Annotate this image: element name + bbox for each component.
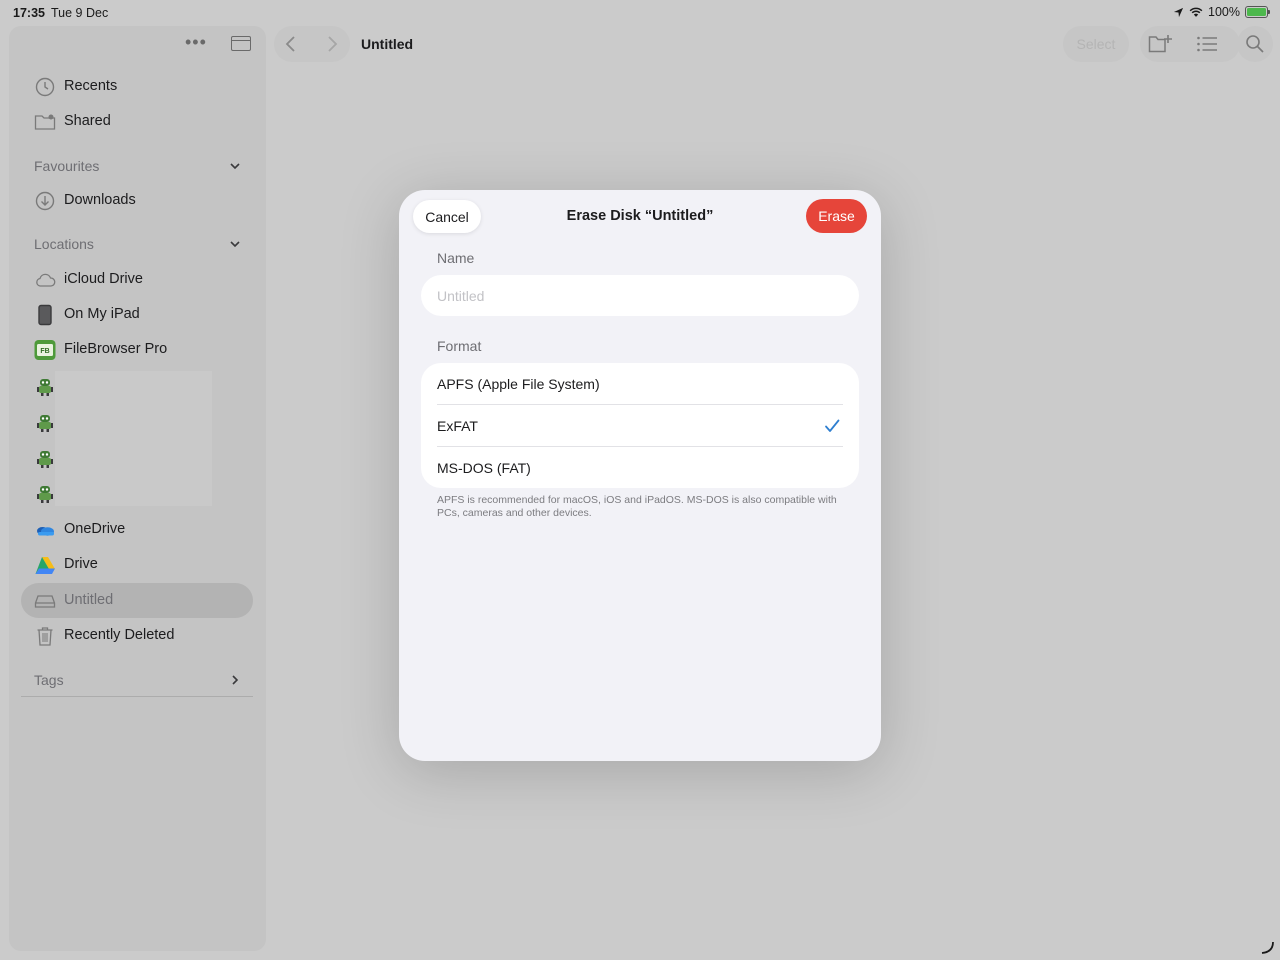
format-option-ms-dos[interactable]: MS-DOS (FAT) [421,447,859,488]
navigation-buttons [274,26,350,62]
google-drive-icon [35,557,55,574]
sidebar-item-on-my-ipad[interactable]: On My iPad [21,297,253,332]
sidebar-item-label: OneDrive [64,521,126,537]
sidebar-item-label: Shared [64,113,111,129]
locations-header[interactable]: Locations [34,236,94,252]
new-folder-icon[interactable] [1148,33,1174,55]
format-option-exfat[interactable]: ExFAT [421,405,859,447]
more-icon[interactable]: ••• [185,32,207,53]
chevron-left-icon[interactable] [281,34,301,54]
page-title: Untitled [361,36,414,52]
sidebar-item-icloud-drive[interactable]: iCloud Drive [21,262,253,297]
select-button[interactable]: Select [1063,26,1129,62]
format-option-label: APFS (Apple File System) [437,376,600,392]
sidebar-item-downloads[interactable]: Downloads [21,183,253,218]
sidebar: ••• Recents Shared Favourites Downloads … [9,26,266,951]
chevron-down-icon[interactable] [229,238,241,250]
sidebar-item-robot-location[interactable] [21,405,253,440]
toolbar-action-group [1140,26,1240,62]
format-section-label: Format [437,338,482,354]
sidebar-item-untitled[interactable]: Untitled [21,583,253,618]
wifi-icon [1189,7,1203,17]
sidebar-item-recents[interactable]: Recents [21,69,253,104]
filebrowser-icon: FB [34,340,56,360]
name-section-label: Name [437,250,475,266]
chevron-down-icon[interactable] [229,160,241,172]
svg-text:FB: FB [40,348,49,355]
location-arrow-icon [1173,7,1184,17]
download-icon [35,191,55,211]
sidebar-item-label: Downloads [64,192,136,208]
sidebar-item-label: Untitled [64,592,114,608]
cloud-icon [36,273,56,287]
chevron-right-icon[interactable] [229,674,241,686]
sidebar-item-shared[interactable]: Shared [21,104,253,139]
toolbar: Untitled Select [274,26,1274,62]
format-footnote: APFS is recommended for macOS, iOS and i… [437,494,837,519]
ipad-icon [38,304,52,326]
search-button[interactable] [1237,26,1273,62]
format-list: APFS (Apple File System) ExFAT MS-DOS (F… [421,363,859,488]
sidebar-item-label: Drive [64,556,98,572]
search-icon [1246,35,1264,53]
sidebar-item-recently-deleted[interactable]: Recently Deleted [21,618,253,653]
onedrive-icon [37,527,54,536]
robot-icon [37,379,53,396]
sidebar-item-robot-location[interactable] [21,441,253,476]
sidebar-item-onedrive[interactable]: OneDrive [21,512,253,547]
robot-icon [37,486,53,503]
sidebar-item-robot-location[interactable] [21,369,253,404]
resize-corner-icon [1261,941,1274,954]
disk-name-field[interactable] [421,275,859,316]
battery-percent: 100% [1208,5,1240,19]
format-option-label: MS-DOS (FAT) [437,460,531,476]
favourites-header[interactable]: Favourites [34,158,99,174]
sidebar-item-robot-location[interactable] [21,476,253,511]
robot-icon [37,415,53,432]
checkmark-icon [825,419,840,432]
status-bar: 17:35 Tue 9 Dec 100% [0,0,1280,26]
clock-icon [35,77,55,97]
robot-icon [37,451,53,468]
status-date: Tue 9 Dec [51,6,109,20]
erase-disk-dialog: Cancel Erase Disk “Untitled” Erase Name … [399,190,881,761]
external-disk-icon [34,595,56,608]
trash-icon [37,627,53,646]
battery-icon [1245,6,1270,18]
sidebar-header: ••• [9,26,266,64]
status-time: 17:35 [13,6,45,20]
format-option-label: ExFAT [437,418,478,434]
sidebar-item-label: iCloud Drive [64,271,143,287]
status-indicators: 100% [1173,5,1270,19]
sidebar-item-google-drive[interactable]: Drive [21,547,253,582]
sidebar-divider [21,696,253,697]
tags-header[interactable]: Tags [34,672,64,688]
sidebar-item-filebrowser-pro[interactable]: FB FileBrowser Pro [21,332,253,367]
erase-button[interactable]: Erase [806,199,867,233]
sidebar-item-label: FileBrowser Pro [64,341,168,357]
sidebar-toggle-icon[interactable] [231,36,251,51]
chevron-right-icon[interactable] [322,34,342,54]
list-view-icon[interactable] [1196,34,1218,54]
sidebar-item-label: Recently Deleted [64,627,175,643]
sidebar-item-label: Recents [64,78,118,94]
shared-folder-icon [34,114,56,130]
sidebar-item-label: On My iPad [64,306,140,322]
format-option-apfs[interactable]: APFS (Apple File System) [421,363,859,405]
